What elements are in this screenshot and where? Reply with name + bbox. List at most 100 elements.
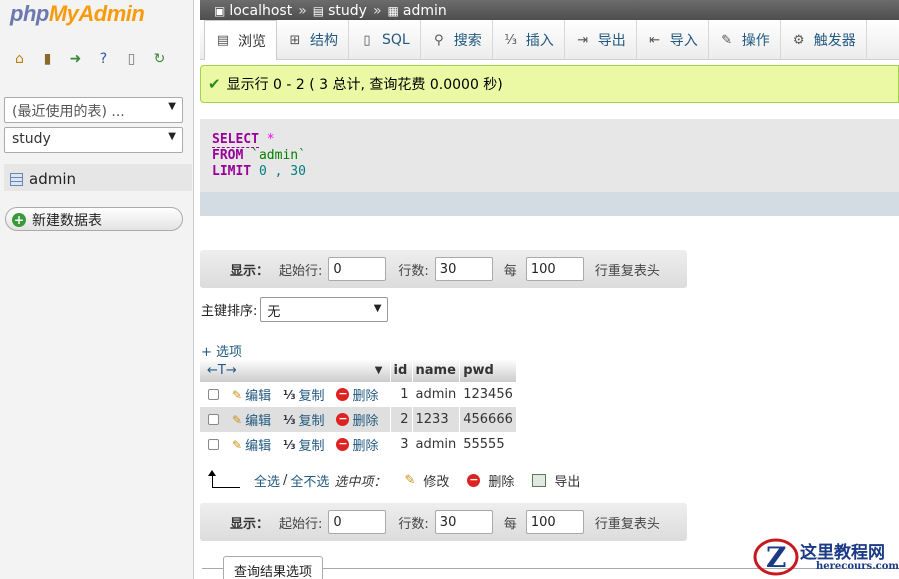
results-table: ←T→ ▼ id name pwd ✎ 编辑 ⅓ 复制 − 删除 1 admin 123… (200, 359, 517, 457)
query-results-options-legend[interactable]: 查询结果选项 (223, 556, 324, 579)
delete-button[interactable]: − 删除 (336, 410, 379, 429)
nav-icon-bar: ⌂ ▮ ➜ ? ▯ ↻ (10, 49, 169, 68)
start-row-input[interactable] (328, 257, 387, 281)
cell-id[interactable]: 1 (390, 382, 413, 407)
cell-id[interactable]: 3 (390, 432, 413, 457)
delete-icon: − (467, 473, 481, 487)
copy-button[interactable]: ⅓ 复制 (283, 435, 324, 455)
sort-key-select[interactable]: 无 ▼ (260, 297, 389, 322)
copy-icon: ⅓ (283, 412, 296, 427)
repeat-header-input[interactable] (525, 510, 584, 534)
table-row: ✎ 编辑 ⅓ 复制 − 删除 2 1233 456666 (200, 407, 517, 432)
column-header-id[interactable]: id (390, 359, 413, 382)
copy-button[interactable]: ⅓ 复制 (283, 385, 324, 405)
check-all-link[interactable]: 全选 (254, 471, 280, 490)
table-icon (10, 172, 23, 186)
reload-icon[interactable]: ↻ (150, 49, 169, 68)
delete-icon: − (336, 412, 350, 426)
pencil-icon: ✎ (232, 437, 243, 452)
column-header-pwd[interactable]: pwd (459, 359, 517, 382)
watermark-logo-icon: Z (753, 538, 799, 576)
column-resize-control[interactable]: ←T→ (207, 363, 237, 378)
repeat-header-input[interactable] (525, 257, 584, 281)
start-row-input[interactable] (328, 510, 387, 534)
table-row: ✎ 编辑 ⅓ 复制 − 删除 1 admin 123456 (200, 382, 517, 407)
rows-count-input[interactable] (434, 257, 493, 281)
row-checkbox[interactable] (208, 414, 219, 425)
database-select[interactable]: study ▼ (4, 127, 183, 153)
row-checkbox[interactable] (208, 439, 219, 450)
sort-dropdown-icon[interactable]: ▼ (375, 365, 383, 376)
cell-pwd[interactable]: 123456 (459, 382, 517, 407)
table-icon: ▦ (387, 3, 399, 18)
uncheck-all-link[interactable]: 全不选 (290, 471, 329, 490)
new-table-button[interactable]: + 新建数据表 (5, 207, 183, 231)
cell-name[interactable]: admin (412, 382, 461, 407)
copy-icon: ⅓ (283, 437, 296, 452)
row-checkbox[interactable] (208, 389, 219, 400)
sql-query-icon[interactable]: ➜ (66, 49, 85, 68)
cell-pwd[interactable]: 456666 (459, 407, 517, 432)
docs-icon[interactable]: ▯ (122, 49, 141, 68)
breadcrumb-server[interactable]: localhost (229, 3, 292, 19)
tab-triggers[interactable]: ⚙ 触发器 (781, 20, 867, 60)
navigation-form-bottom: 显示： 起始行: 行数: 每 行重复表头 (200, 503, 687, 541)
dropdown-arrow-icon: ▼ (168, 131, 176, 142)
tab-structure[interactable]: ⊞ 结构 (277, 20, 349, 60)
tab-browse[interactable]: ▤ 浏览 (204, 20, 277, 60)
cell-name[interactable]: 1233 (412, 407, 461, 432)
delete-icon: − (336, 387, 350, 401)
tab-insert[interactable]: ⅓ 插入 (493, 20, 565, 60)
copy-icon: ⅓ (283, 387, 296, 402)
tab-search[interactable]: ⚲ 搜索 (421, 20, 493, 60)
sql-query-display: SELECT * FROM `admin` LIMIT 0 , 30 (200, 119, 899, 192)
copy-button[interactable]: ⅓ 复制 (283, 410, 324, 430)
edit-button[interactable]: ✎ 编辑 (232, 385, 271, 405)
delete-button[interactable]: − 删除 (336, 385, 379, 404)
svg-text:Z: Z (766, 541, 786, 574)
import-icon: ⇤ (649, 32, 661, 48)
tab-sql[interactable]: ▯ SQL (349, 20, 421, 60)
bulk-modify-button[interactable]: ✎ 修改 (404, 471, 449, 490)
navigation-form-top: 显示： 起始行: 行数: 每 行重复表头 (200, 250, 687, 288)
nav-table-item-admin[interactable]: admin (4, 164, 192, 191)
rows-count-input[interactable] (434, 510, 493, 534)
tab-export[interactable]: ⇥ 导出 (565, 20, 637, 60)
bulk-delete-button[interactable]: − 删除 (467, 471, 514, 490)
cell-name[interactable]: admin (412, 432, 461, 457)
tab-operations[interactable]: ✎ 操作 (709, 20, 781, 60)
column-header-name[interactable]: name (412, 359, 461, 382)
pencil-icon: ✎ (404, 473, 416, 488)
sql-select-keyword[interactable]: SELECT (212, 132, 259, 148)
cell-id[interactable]: 2 (390, 407, 413, 432)
watermark: Z 这里教程网 herecours.com (752, 536, 899, 578)
sql-icon: ▯ (363, 32, 371, 48)
database-icon: ▤ (312, 3, 325, 18)
delete-icon: − (336, 437, 350, 451)
column-control-header: ←T→ ▼ (200, 359, 391, 382)
phpmyadmin-logo[interactable]: phpMyAdmin (10, 1, 145, 27)
success-message: ✔ 显示行 0 - 2 ( 3 总计, 查询花费 0.0000 秒) (200, 65, 899, 103)
dropdown-arrow-icon: ▼ (168, 101, 176, 112)
options-link[interactable]: + 选项 (201, 341, 242, 360)
table-row: ✎ 编辑 ⅓ 复制 − 删除 3 admin 55555 (200, 432, 517, 457)
home-icon[interactable]: ⌂ (10, 49, 29, 68)
cell-pwd[interactable]: 55555 (459, 432, 517, 457)
breadcrumb-table[interactable]: admin (403, 3, 447, 19)
sort-by-key: 主键排序: 无 ▼ (201, 297, 389, 322)
bulk-export-button[interactable]: 导出 (532, 471, 580, 490)
insert-icon: ⅓ (504, 32, 518, 48)
delete-button[interactable]: − 删除 (336, 435, 379, 454)
tab-bar: ▤ 浏览 ⊞ 结构 ▯ SQL ⚲ 搜索 ⅓ 插入 ⇥ 导出 ⇤ 导入 ✎ 操作 ⚙ 触发器 (200, 20, 899, 60)
trigger-icon: ⚙ (792, 32, 805, 48)
edit-button[interactable]: ✎ 编辑 (232, 410, 271, 430)
edit-button[interactable]: ✎ 编辑 (232, 435, 271, 455)
logout-icon[interactable]: ▮ (38, 49, 57, 68)
breadcrumb-database[interactable]: study (328, 3, 367, 19)
export-icon: ⇥ (577, 32, 589, 48)
search-icon: ⚲ (433, 32, 444, 48)
tab-import[interactable]: ⇤ 导入 (637, 20, 709, 60)
recent-tables-dropdown[interactable]: (最近使用的表) ... ▼ (4, 97, 183, 123)
help-icon[interactable]: ? (94, 49, 113, 68)
dropdown-arrow-icon: ▼ (373, 303, 382, 314)
